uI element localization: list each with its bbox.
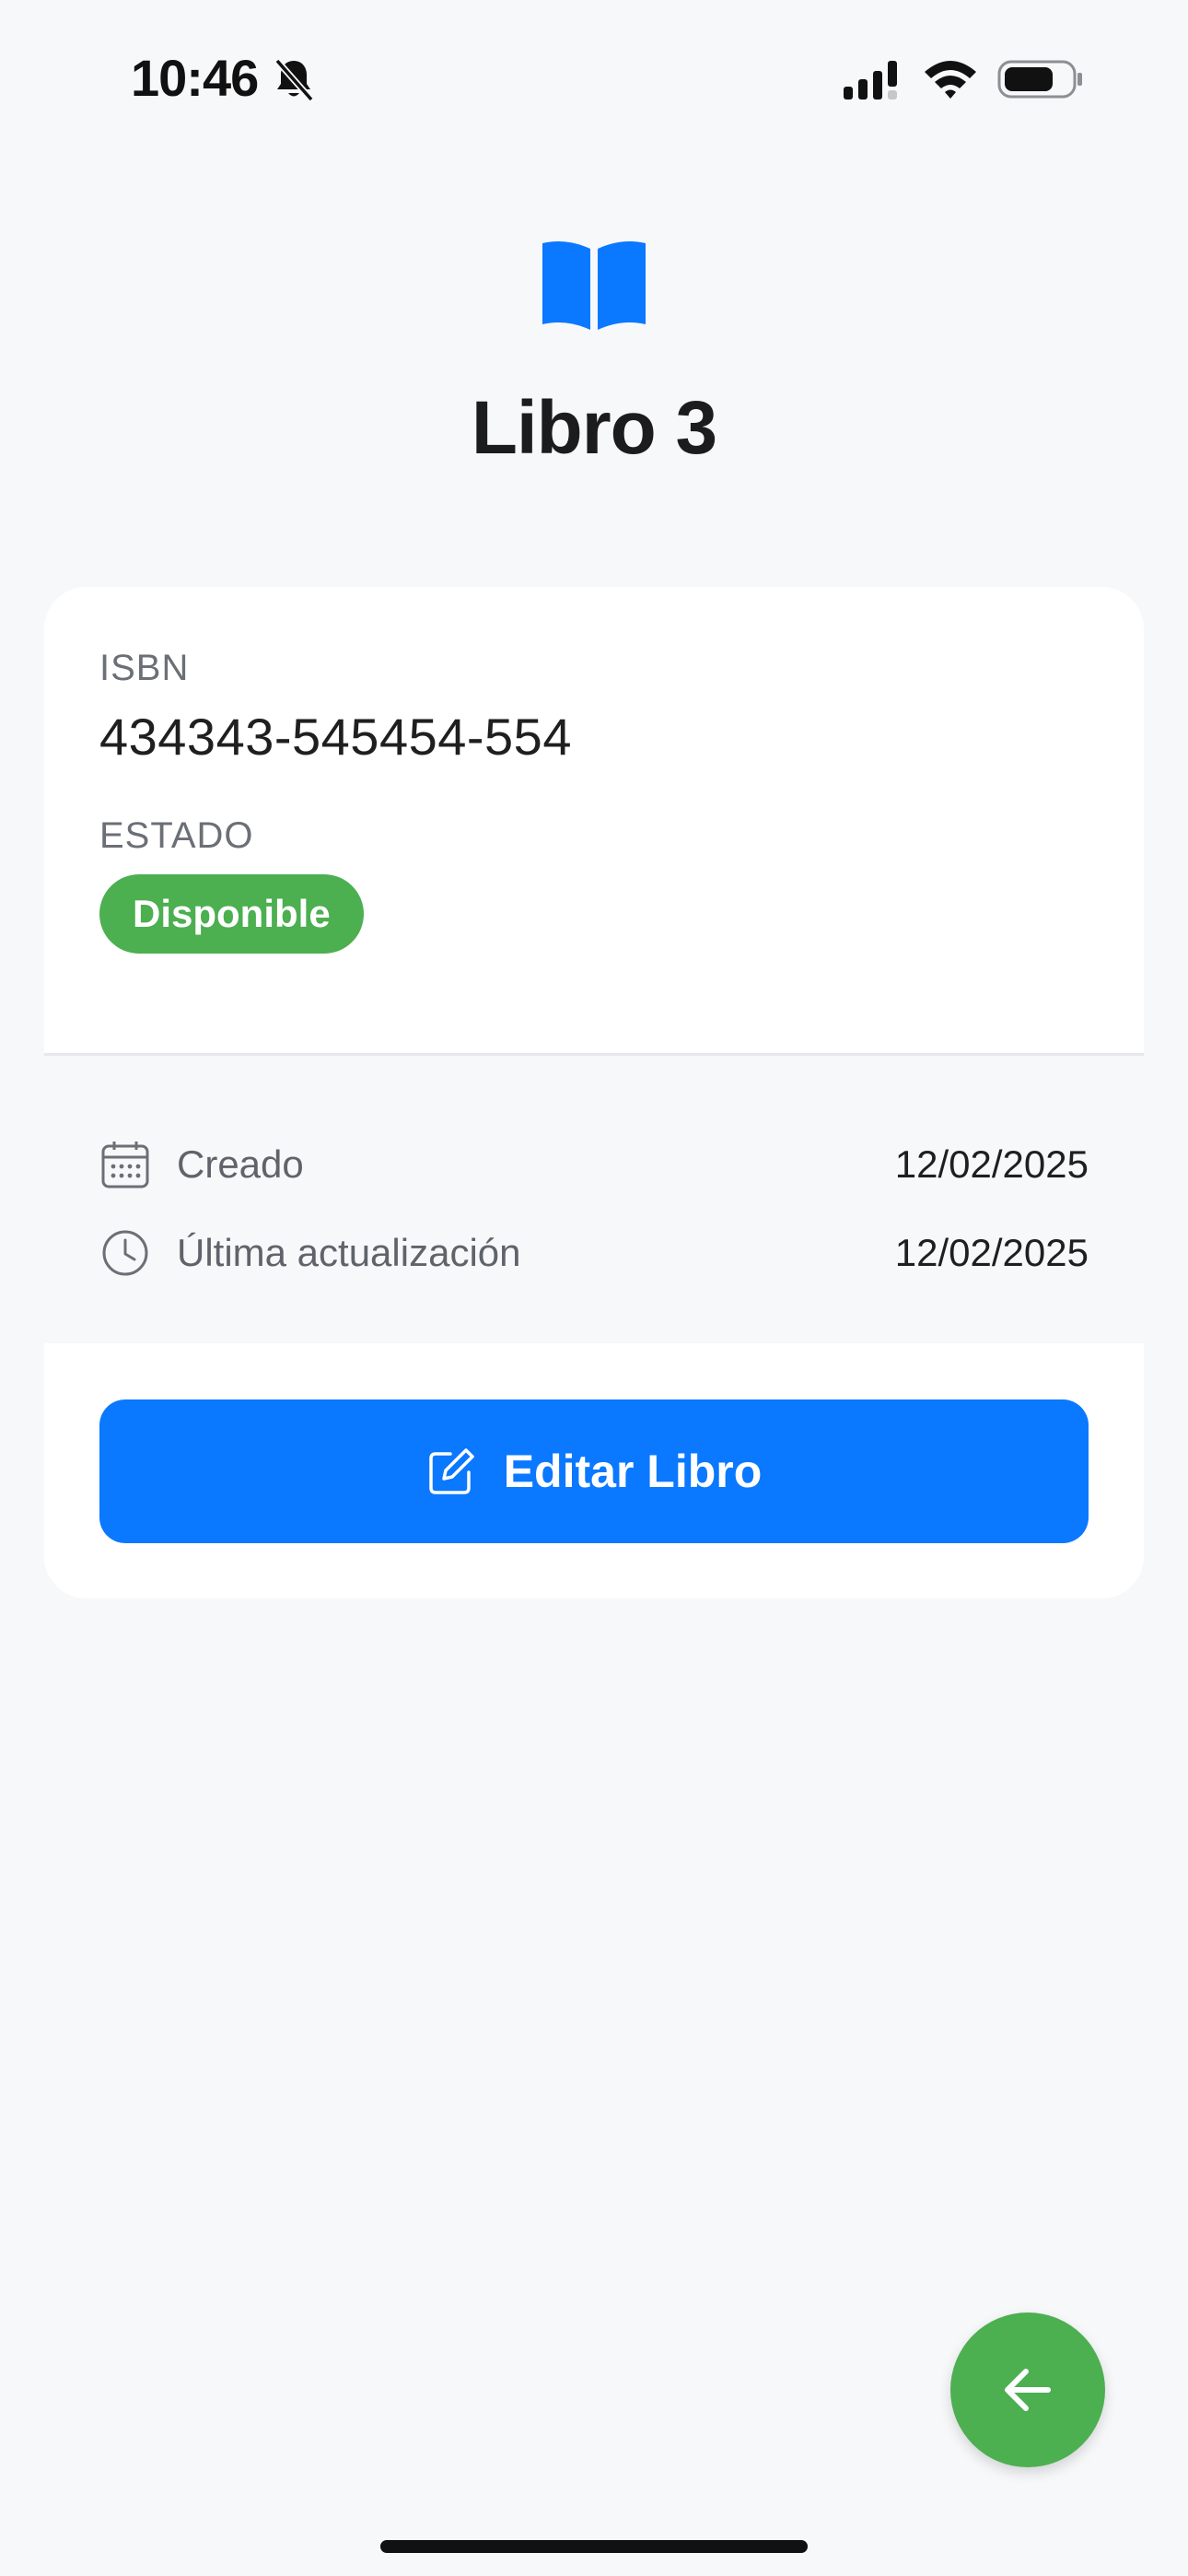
updated-row: Última actualización 12/02/2025 [99, 1225, 1089, 1281]
updated-label: Última actualización [177, 1231, 521, 1274]
clock-icon [102, 1230, 148, 1276]
estado-label: ESTADO [99, 815, 254, 856]
arrow-left-icon [1005, 2369, 1051, 2411]
battery-icon [997, 60, 1082, 99]
calendar-icon [101, 1142, 149, 1188]
bell-off-icon [274, 58, 314, 102]
created-label: Creado [177, 1142, 304, 1186]
wifi-icon [925, 61, 976, 99]
status-bar: 10:46 [0, 0, 1188, 157]
home-indicator[interactable] [380, 2540, 808, 2553]
created-value: 12/02/2025 [894, 1142, 1089, 1186]
back-button[interactable] [950, 2313, 1105, 2467]
edit-book-button[interactable]: Editar Libro [99, 1399, 1089, 1543]
isbn-value: 434343-545454-554 [99, 708, 572, 766]
isbn-label: ISBN [99, 648, 190, 688]
status-badge: Disponible [99, 874, 364, 954]
book-open-icon [542, 241, 646, 330]
page-title: Libro 3 [471, 386, 717, 470]
status-time: 10:46 [131, 49, 259, 107]
edit-button-label: Editar Libro [503, 1446, 763, 1497]
book-info-section: ISBN 434343-545454-554 ESTADO Disponible [44, 587, 1144, 1053]
updated-value: 12/02/2025 [894, 1231, 1089, 1274]
edit-icon [428, 1448, 474, 1494]
meta-section: Creado 12/02/2025 Última actualización 1… [44, 1056, 1144, 1343]
created-row: Creado 12/02/2025 [99, 1137, 1089, 1192]
signal-icon [844, 61, 897, 100]
